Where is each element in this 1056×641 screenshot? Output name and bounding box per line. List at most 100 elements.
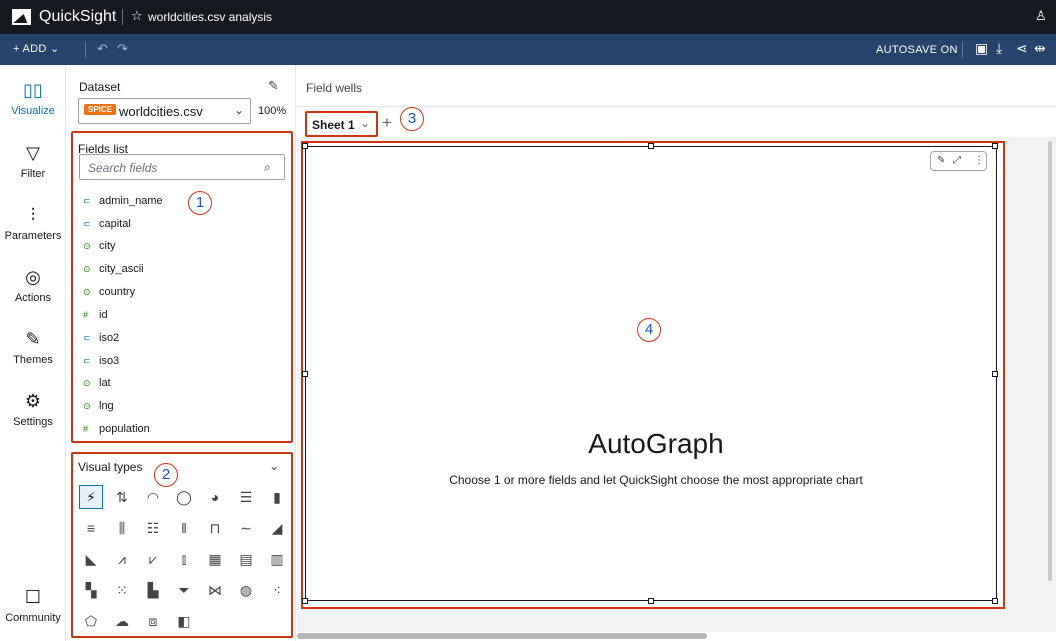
geo-field-icon: ⊙: [83, 401, 91, 411]
resize-handle[interactable]: [302, 598, 308, 604]
share-icon[interactable]: ⋖: [1016, 40, 1028, 57]
fit-width-icon[interactable]: ⇹: [1034, 40, 1046, 57]
stacked-bar-visual-icon[interactable]: ☷: [141, 516, 165, 540]
field-name: city: [99, 240, 116, 252]
pie-visual-icon[interactable]: ◕: [203, 485, 227, 509]
kpi-visual-icon[interactable]: ⇅: [110, 485, 134, 509]
sankey-visual-icon[interactable]: ⋈: [203, 578, 227, 602]
field-item[interactable]: ⊙ country: [83, 286, 135, 298]
table-visual-icon[interactable]: ▥: [265, 547, 289, 571]
word-cloud-visual-icon[interactable]: ☁: [110, 609, 134, 633]
dataset-label: Dataset: [79, 80, 121, 94]
edit-icon[interactable]: ✎: [937, 155, 945, 166]
field-item[interactable]: ⊙ city_ascii: [83, 263, 144, 275]
field-wells-label: Field wells: [306, 81, 363, 95]
histogram-visual-icon[interactable]: ▙: [141, 578, 165, 602]
analysis-title[interactable]: worldcities.csv analysis: [148, 10, 272, 24]
edit-dataset-icon[interactable]: ✎: [268, 78, 279, 94]
brand-name[interactable]: QuickSight: [39, 8, 116, 26]
stacked-area-visual-icon[interactable]: ◣: [79, 547, 103, 571]
quicksight-logo-icon[interactable]: [12, 9, 31, 25]
heat-map-visual-icon[interactable]: ▦: [203, 547, 227, 571]
nav-community[interactable]: ☐ Community: [0, 587, 66, 624]
pivot-table-visual-icon[interactable]: ▤: [234, 547, 258, 571]
dataset-select[interactable]: SPICE worldcities.csv ⌄: [78, 98, 251, 124]
search-icon: ⌕: [264, 160, 271, 174]
chevron-down-icon[interactable]: ⌄: [269, 459, 279, 473]
field-item[interactable]: ⊙ lng: [83, 400, 114, 412]
callout-2: 2: [154, 463, 178, 487]
field-item[interactable]: ⊂ admin_name: [83, 195, 163, 207]
resize-handle[interactable]: [302, 371, 308, 377]
spice-badge: SPICE: [84, 104, 117, 115]
nav-label: Settings: [13, 416, 53, 428]
field-item[interactable]: ⊙ lat: [83, 377, 111, 389]
filter-icon: ▽: [26, 143, 40, 163]
resize-handle[interactable]: [648, 143, 654, 149]
nav-label: Community: [5, 612, 61, 624]
sheet-tab[interactable]: Sheet 1 ⌄: [305, 111, 378, 137]
nav-filter[interactable]: ▽ Filter: [0, 143, 66, 180]
search-fields-input[interactable]: Search fields ⌕: [79, 154, 285, 180]
combo-line-visual-icon[interactable]: ⩗: [141, 547, 165, 571]
user-icon[interactable]: ♙: [1035, 8, 1047, 24]
more-options-icon[interactable]: ⋮: [974, 155, 984, 166]
points-on-map-visual-icon[interactable]: ⁖: [265, 578, 289, 602]
redo-icon[interactable]: ↷: [117, 41, 128, 57]
undo-icon[interactable]: ↶: [97, 41, 108, 57]
resize-handle[interactable]: [302, 143, 308, 149]
horizontal-scrollbar[interactable]: [297, 633, 707, 639]
number-field-icon: #: [83, 310, 89, 320]
stacked-column-visual-icon[interactable]: ‖: [172, 516, 196, 540]
gauge-visual-icon[interactable]: ◠: [141, 485, 165, 509]
waterfall-visual-icon[interactable]: ⊓: [203, 516, 227, 540]
field-item[interactable]: # id: [83, 309, 108, 321]
field-wells-bar[interactable]: Field wells: [297, 65, 1056, 107]
field-item[interactable]: ⊂ iso2: [83, 332, 119, 344]
resize-handle[interactable]: [992, 598, 998, 604]
tree-map-visual-icon[interactable]: ▚: [79, 578, 103, 602]
donut-visual-icon[interactable]: ◯: [172, 485, 196, 509]
resize-handle[interactable]: [992, 143, 998, 149]
field-item[interactable]: ⊂ iso3: [83, 355, 119, 367]
add-button[interactable]: + ADD ⌄: [13, 42, 59, 55]
download-icon[interactable]: ⤓: [996, 40, 1002, 57]
star-icon[interactable]: ☆: [131, 8, 143, 24]
clustered-column-visual-icon[interactable]: ⫼: [110, 516, 134, 540]
custom-visual-icon[interactable]: ◧: [172, 609, 196, 633]
nav-visualize[interactable]: ▯▯ Visualize: [0, 80, 66, 117]
autograph-visual[interactable]: AutoGraph Choose 1 or more fields and le…: [305, 146, 997, 601]
expand-icon[interactable]: ⤢: [953, 155, 961, 166]
line-visual-icon[interactable]: ∼: [234, 516, 258, 540]
autograph-visual-icon[interactable]: ⚡: [79, 485, 103, 509]
autosave-toggle[interactable]: AUTOSAVE ON: [876, 44, 958, 56]
resize-handle[interactable]: [992, 371, 998, 377]
nav-themes[interactable]: ✎ Themes: [0, 329, 66, 366]
save-icon[interactable]: ▣: [975, 40, 988, 57]
nav-actions[interactable]: ◎ Actions: [0, 267, 66, 304]
chevron-down-icon[interactable]: ⌄: [360, 116, 370, 130]
combo-visual-icon[interactable]: ⩘: [110, 547, 134, 571]
radar-visual-icon[interactable]: ⬠: [79, 609, 103, 633]
text-field-icon: ⊂: [83, 356, 91, 366]
nav-parameters[interactable]: ⫶ Parameters: [0, 205, 66, 242]
nav-settings[interactable]: ⚙ Settings: [0, 391, 66, 428]
add-sheet-icon[interactable]: +: [382, 113, 392, 133]
scatter-plot-visual-icon[interactable]: ⁙: [110, 578, 134, 602]
area-visual-icon[interactable]: ◢: [265, 516, 289, 540]
vertical-bar-visual-icon[interactable]: ▮: [265, 485, 289, 509]
field-item[interactable]: ⊙ city: [83, 240, 116, 252]
field-item[interactable]: # population: [83, 423, 150, 435]
resize-handle[interactable]: [648, 598, 654, 604]
horizontal-bar-visual-icon[interactable]: ☰: [234, 485, 258, 509]
clustered-bar-visual-icon[interactable]: ≡: [79, 516, 103, 540]
filled-map-visual-icon[interactable]: ◍: [234, 578, 258, 602]
callout-1: 1: [188, 191, 212, 215]
top-bar: QuickSight ☆ worldcities.csv analysis ♙: [0, 0, 1056, 34]
funnel-visual-icon[interactable]: ⏷: [172, 578, 196, 602]
vertical-scrollbar[interactable]: [1048, 141, 1052, 581]
field-item[interactable]: ⊂ capital: [83, 218, 131, 230]
box-plot-visual-icon[interactable]: ⫾: [172, 547, 196, 571]
insight-visual-icon[interactable]: ⧈: [141, 609, 165, 633]
field-name: id: [99, 309, 108, 321]
